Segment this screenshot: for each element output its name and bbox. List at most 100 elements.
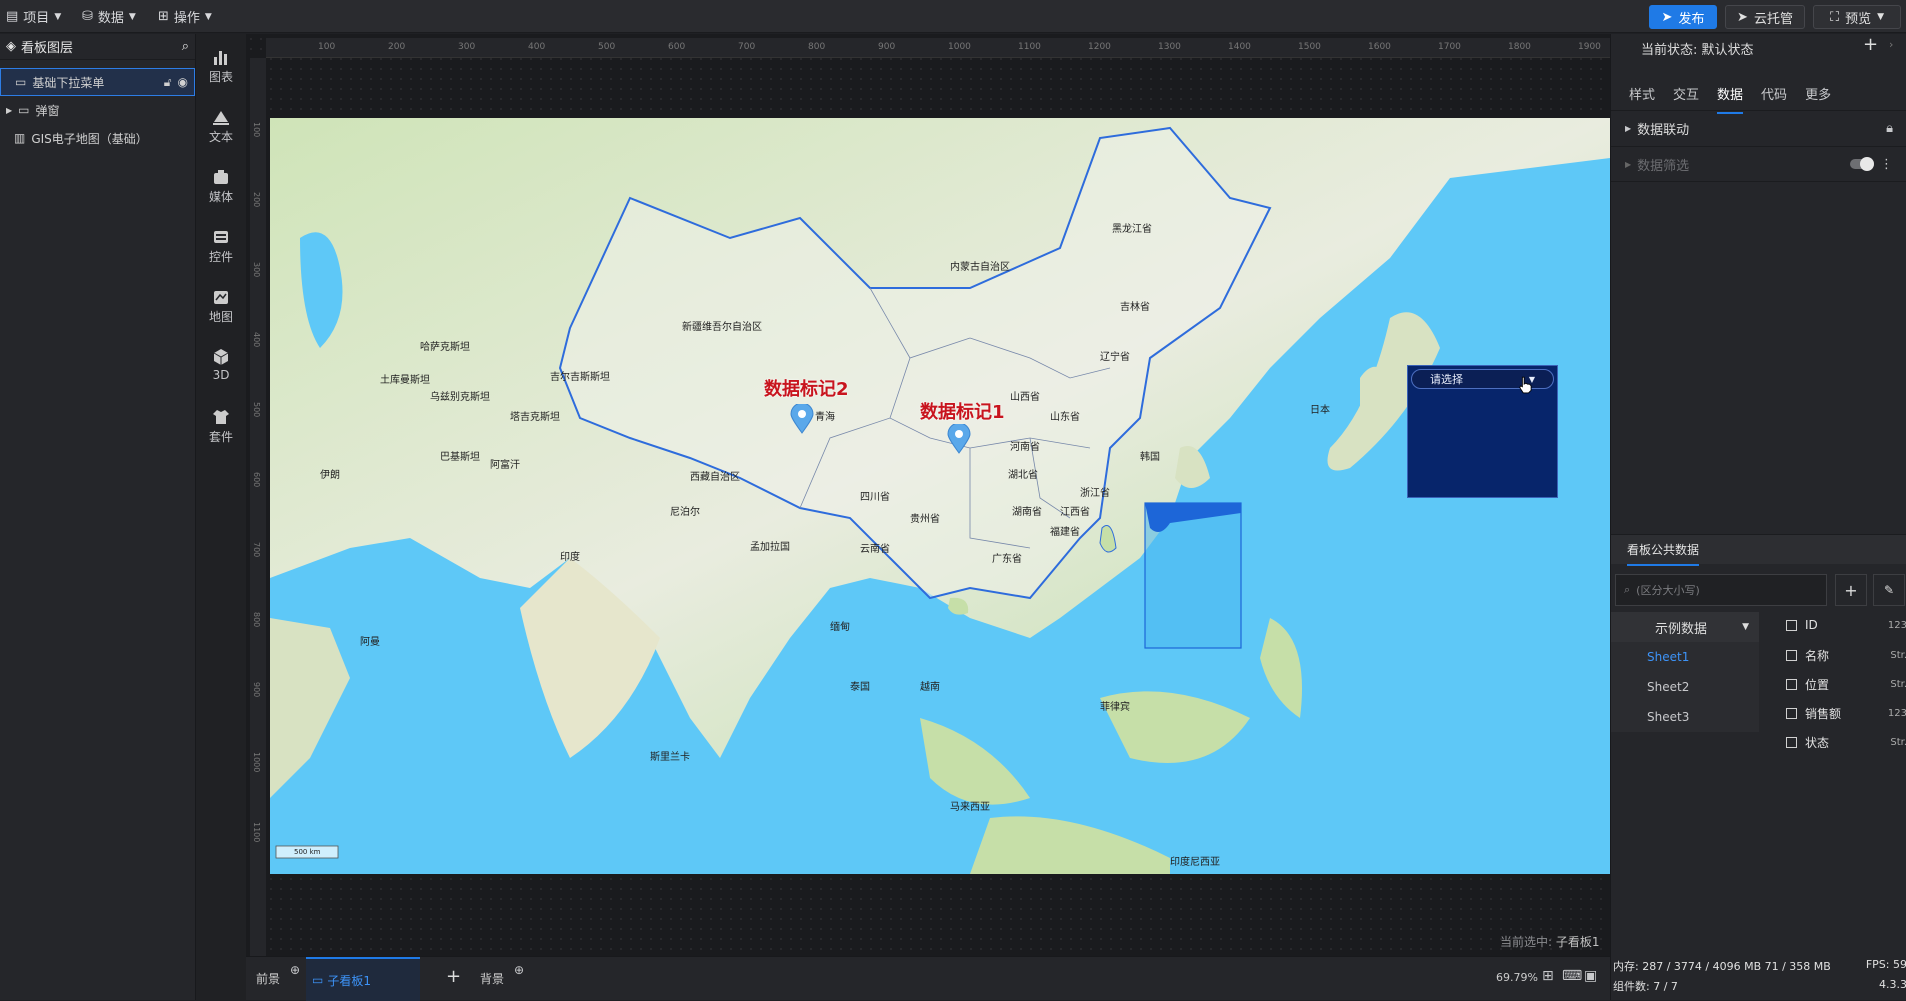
kit-component-button[interactable]: 套件 — [196, 408, 246, 445]
widget-icon: ▭ — [15, 75, 27, 89]
add-state-icon[interactable]: + — [1863, 34, 1878, 55]
publish-button[interactable]: ➤ 发布 — [1649, 5, 1717, 29]
map-place-label: 尼泊尔 — [670, 507, 700, 518]
terminal-icon[interactable]: ▣ — [1584, 968, 1597, 984]
unlock-icon[interactable]: 🔓︎ — [164, 75, 172, 90]
text-icon — [213, 111, 229, 125]
map-component-button[interactable]: 地图 — [196, 288, 246, 325]
ruler-tick-label: 1100 — [1018, 42, 1041, 52]
tab-foreground[interactable]: 前景 — [256, 970, 280, 987]
ruler-tick-label: 900 — [878, 42, 896, 52]
dataset-select[interactable]: 示例数据 ▼ — [1611, 612, 1759, 642]
layer-item-dropdown[interactable]: ▭ 基础下拉菜单 🔓︎ ◉ — [0, 68, 195, 96]
marker2-label: 数据标记2 — [764, 379, 849, 400]
control-component-button[interactable]: 控件 — [196, 228, 246, 265]
map-icon — [214, 291, 228, 304]
ruler-tick-label: 1500 — [1298, 42, 1321, 52]
ruler-tick-label: 400 — [252, 332, 261, 348]
checkbox[interactable] — [1786, 737, 1797, 748]
component-count: 组件数: 7 / 7 — [1613, 980, 1678, 993]
map-place-label: 斯里兰卡 — [650, 752, 690, 763]
map-place-label: 广东省 — [992, 554, 1022, 565]
layer-item-gis-map[interactable]: ▥ GIS电子地图（基础） — [0, 124, 195, 152]
cloud-hosting-button[interactable]: ➤ 云托管 — [1725, 5, 1805, 29]
data-menu[interactable]: ⛁ 数据 ▼ — [82, 7, 136, 26]
add-circle-icon[interactable]: ⊕ — [290, 963, 300, 977]
ruler-tick-label: 200 — [252, 192, 261, 208]
properties-panel: 当前状态: 默认状态 + › 样式 交互 数据 代码 更多 ▶ 数据联动 🔒︎ … — [1610, 34, 1906, 1000]
map-place-label: 伊朗 — [320, 470, 340, 481]
edit-data-button[interactable]: ✎ — [1873, 574, 1905, 606]
fit-screen-icon[interactable]: ⊞ — [1542, 968, 1554, 984]
checkbox[interactable] — [1786, 679, 1797, 690]
fullscreen-icon: ⛶ — [1829, 9, 1840, 25]
dropdown-widget[interactable]: 请选择 ▼ — [1407, 365, 1558, 498]
ruler-tick-label: 100 — [318, 42, 336, 52]
checkbox[interactable] — [1786, 619, 1797, 631]
section-data-filter[interactable]: ▶ 数据筛选 ⋮ — [1611, 146, 1906, 182]
tab-background[interactable]: 背景 — [480, 970, 504, 987]
field-row[interactable]: 位置 Str. — [1786, 676, 1906, 693]
checkbox[interactable] — [1786, 708, 1797, 719]
field-row[interactable]: 销售额 123 — [1786, 705, 1906, 722]
sheet-list: 示例数据 ▼ Sheet1 Sheet2 Sheet3 — [1611, 612, 1759, 732]
more-vertical-icon[interactable]: ⋮ — [1880, 157, 1893, 172]
file-icon: ▤ — [6, 9, 19, 24]
map-place-label: 四川省 — [860, 492, 890, 503]
search-icon[interactable]: ⌕ — [182, 39, 189, 54]
project-menu[interactable]: ▤ 项目 ▼ — [6, 7, 61, 26]
add-tab-icon[interactable]: + — [446, 966, 461, 987]
map-place-label: 阿曼 — [360, 637, 380, 648]
chevron-right-icon[interactable]: › — [1889, 38, 1893, 51]
zoom-level[interactable]: 69.79% — [1496, 971, 1538, 984]
media-component-button[interactable]: 媒体 — [196, 168, 246, 205]
shirt-icon — [213, 410, 229, 424]
section-data-linkage[interactable]: ▶ 数据联动 🔒︎ — [1611, 110, 1906, 146]
sheet-item[interactable]: Sheet3 — [1611, 702, 1759, 732]
ruler-tick-label: 1000 — [252, 752, 261, 773]
keyboard-icon[interactable]: ⌨ — [1562, 968, 1582, 984]
layers-panel: ◈ 看板图层 ⌕ ▭ 基础下拉菜单 🔓︎ ◉ ▶ ▭ 弹窗 ▥ GIS电子地图（… — [0, 34, 196, 1000]
ruler-tick-label: 1100 — [252, 822, 261, 843]
map-place-label: 浙江省 — [1080, 488, 1110, 499]
version-label: 4.3.3 — [1879, 978, 1906, 991]
public-data-search[interactable]: ⌕ (区分大小写) — [1615, 574, 1827, 606]
ruler-tick-label: 1400 — [1228, 42, 1251, 52]
3d-component-button[interactable]: 3D — [196, 348, 246, 382]
tab-subboard[interactable]: ▭ 子看板1 — [306, 957, 420, 1001]
map-place-label: 吉尔吉斯斯坦 — [550, 372, 610, 383]
dropdown-select[interactable]: 请选择 ▼ — [1411, 369, 1554, 389]
map-place-label: 塔吉克斯坦 — [510, 412, 560, 423]
toggle-switch[interactable] — [1850, 157, 1874, 171]
expand-icon[interactable]: ▶ — [6, 106, 12, 115]
operation-menu[interactable]: ⊞ 操作 ▼ — [158, 7, 212, 26]
chart-component-button[interactable]: 图表 — [196, 48, 246, 85]
field-row[interactable]: 状态 Str. — [1786, 734, 1906, 751]
cursor-hand-icon — [1519, 376, 1532, 394]
map-place-label: 云南省 — [860, 544, 890, 555]
map-place-label: 乌兹别克斯坦 — [430, 392, 490, 403]
location-pin-icon[interactable] — [790, 404, 814, 434]
ruler-tick-label: 1300 — [1158, 42, 1181, 52]
memory-readout: 内存: 287 / 3774 / 4096 MB 71 / 358 MB — [1613, 960, 1831, 973]
lock-icon[interactable]: 🔒︎ — [1886, 121, 1893, 136]
ruler-tick-label: 1700 — [1438, 42, 1461, 52]
text-component-button[interactable]: 文本 — [196, 108, 246, 145]
layer-item-popup[interactable]: ▶ ▭ 弹窗 — [0, 96, 195, 124]
preview-button[interactable]: ⛶ 预览 ▼ — [1813, 5, 1901, 29]
ruler-tick-label: 800 — [808, 42, 826, 52]
send-icon: ➤ — [1737, 9, 1748, 25]
field-row[interactable]: ID 123 — [1786, 618, 1906, 632]
eye-icon[interactable]: ◉ — [178, 75, 188, 89]
ruler-tick-label: 300 — [252, 262, 261, 278]
board-tabs-bar: 前景 ⊕ ▭ 子看板1 + 背景 ⊕ 69.79% ⊞ ⌨ ▣ — [246, 956, 1610, 1001]
add-data-button[interactable]: + — [1835, 574, 1867, 606]
field-row[interactable]: 名称 Str. — [1786, 647, 1906, 664]
location-pin-icon[interactable] — [947, 424, 971, 454]
checkbox[interactable] — [1786, 650, 1797, 661]
gis-map-stage[interactable]: 新疆维吾尔自治区 西藏自治区 青海 四川省 内蒙古自治区 黑龙江省 吉林省 辽宁省 山西省 河南省… — [270, 118, 1610, 874]
add-circle-icon[interactable]: ⊕ — [514, 963, 524, 977]
sheet-item[interactable]: Sheet1 — [1611, 642, 1759, 672]
sheet-item[interactable]: Sheet2 — [1611, 672, 1759, 702]
ruler-tick-label: 1600 — [1368, 42, 1391, 52]
